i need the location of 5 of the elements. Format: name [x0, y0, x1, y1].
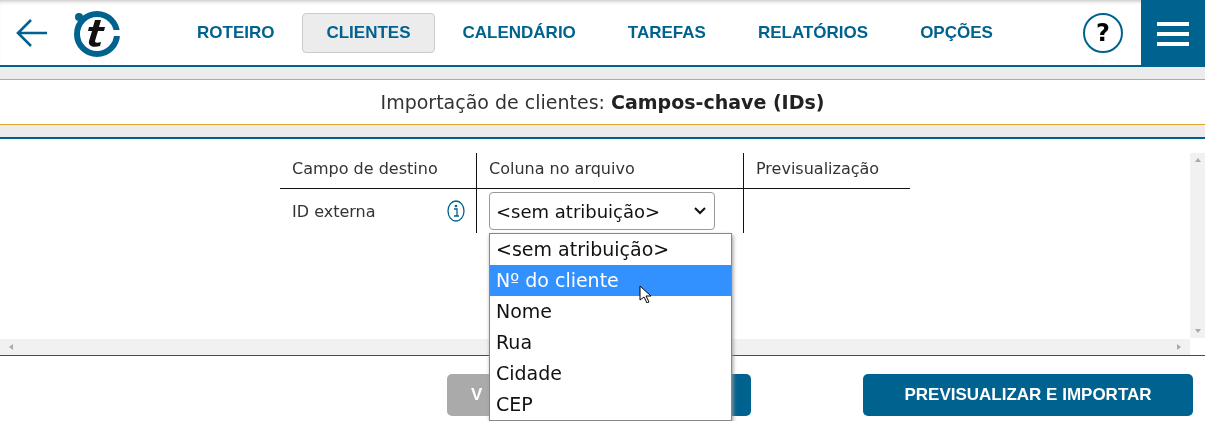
column-header: Coluna no arquivo: [489, 159, 635, 178]
column-header: Previsualização: [756, 159, 880, 178]
field-label: ID externa: [292, 201, 376, 221]
page-title: Importação de clientes: Campos-chave (IDs): [380, 91, 825, 113]
column-header: Campo de destino: [292, 159, 438, 178]
